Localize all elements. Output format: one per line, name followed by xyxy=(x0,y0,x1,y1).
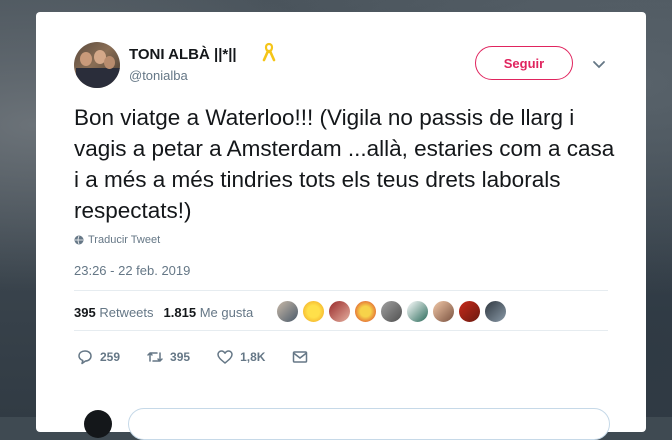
reply-count: 259 xyxy=(100,350,121,364)
tweet-card: TONI ALBÀ ||*|| @tonialba Seguir Bon via… xyxy=(36,12,646,440)
likes-stat[interactable]: 1.815 Me gusta xyxy=(164,305,254,320)
heart-icon xyxy=(217,350,233,364)
chevron-down-icon[interactable] xyxy=(592,58,606,72)
author-avatar[interactable] xyxy=(74,42,120,88)
ribbon-icon xyxy=(262,42,276,62)
likers-avatars xyxy=(276,300,507,323)
retweets-stat[interactable]: 395 Retweets xyxy=(74,305,154,320)
reply-button[interactable]: 259 xyxy=(76,348,120,366)
translate-tweet-link[interactable]: Traducir Tweet xyxy=(74,234,160,246)
divider-top xyxy=(74,290,608,291)
author-handle[interactable]: @tonialba xyxy=(129,68,188,83)
retweet-button[interactable]: 395 xyxy=(146,348,190,366)
divider-bottom xyxy=(74,330,608,331)
current-user-avatar xyxy=(84,410,112,438)
like-count: 1,8K xyxy=(240,350,266,364)
liker-avatar[interactable] xyxy=(484,300,507,323)
liker-avatar[interactable] xyxy=(302,300,325,323)
liker-avatar[interactable] xyxy=(354,300,377,323)
direct-message-button[interactable] xyxy=(291,348,309,366)
translate-label[interactable]: Traducir Tweet xyxy=(88,234,160,246)
globe-icon xyxy=(74,235,84,245)
message-icon xyxy=(293,351,308,363)
reply-icon xyxy=(78,350,92,365)
tweet-stats: 395 Retweets 1.815 Me gusta xyxy=(74,305,253,320)
liker-avatar[interactable] xyxy=(406,300,429,323)
retweet-count: 395 xyxy=(170,350,191,364)
liker-avatar[interactable] xyxy=(432,300,455,323)
liker-avatar[interactable] xyxy=(380,300,403,323)
tweet-text: Bon viatge a Waterloo!!! (Vigila no pass… xyxy=(74,105,615,223)
tweet-timestamp[interactable]: 23:26 - 22 feb. 2019 xyxy=(74,263,190,278)
like-button[interactable]: 1,8K xyxy=(216,348,265,366)
follow-button[interactable]: Seguir xyxy=(475,46,573,80)
reply-input[interactable] xyxy=(128,408,610,440)
tweet-actions: 259 395 1,8K xyxy=(76,348,335,366)
liker-avatar[interactable] xyxy=(276,300,299,323)
retweet-icon xyxy=(147,352,163,362)
liker-avatar[interactable] xyxy=(458,300,481,323)
liker-avatar[interactable] xyxy=(328,300,351,323)
author-name[interactable]: TONI ALBÀ ||*|| xyxy=(129,46,237,63)
